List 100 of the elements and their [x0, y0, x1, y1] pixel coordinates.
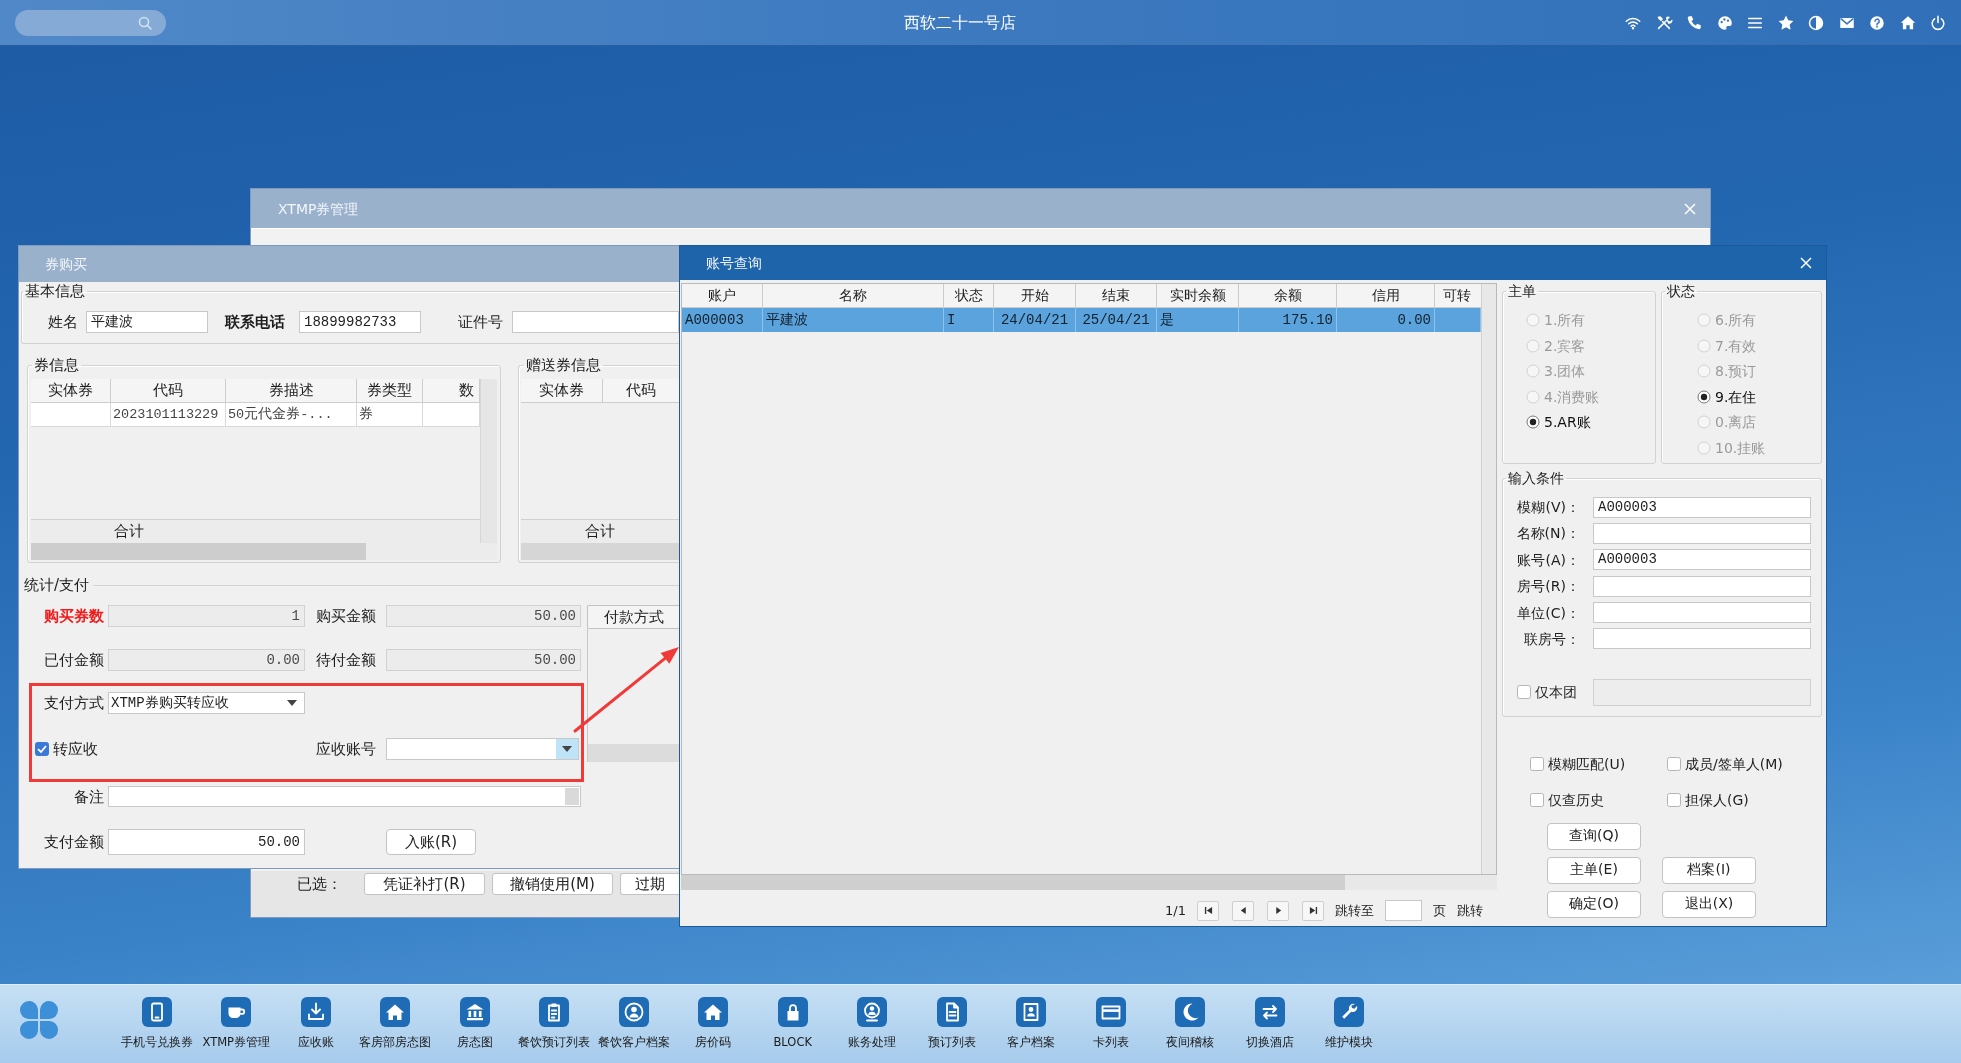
previous-page-button[interactable]	[1232, 900, 1254, 921]
remark-field[interactable]	[108, 786, 581, 807]
column-header[interactable]: 可转	[1435, 284, 1481, 308]
close-icon[interactable]	[1800, 257, 1812, 269]
post-button[interactable]: 入账(R)	[386, 829, 476, 855]
clover-logo-icon[interactable]	[19, 1000, 59, 1040]
column-header[interactable]: 状态	[944, 284, 994, 308]
scrollbar-thumb[interactable]	[31, 543, 366, 560]
column-header[interactable]: 名称	[763, 284, 944, 308]
column-header[interactable]: 实体券	[31, 379, 111, 403]
text-field[interactable]	[1593, 602, 1811, 624]
help-icon[interactable]	[1868, 13, 1886, 32]
vertical-scrollbar[interactable]	[1481, 284, 1496, 874]
readonly-field[interactable]: 50.00	[386, 649, 581, 671]
text-field[interactable]	[1593, 628, 1811, 650]
taskbar-item[interactable]: 维护模块	[1309, 985, 1389, 1049]
radio-label: 4.消费账	[1544, 387, 1600, 406]
taskbar-item[interactable]: 房价码	[673, 985, 753, 1049]
column-header[interactable]: 结束	[1076, 284, 1157, 308]
text-field[interactable]	[1593, 522, 1811, 544]
text-field[interactable]	[512, 311, 679, 333]
checkbox[interactable]	[1530, 792, 1544, 807]
page-number-field[interactable]	[1385, 900, 1422, 921]
readonly-field[interactable]: 0.00	[108, 649, 305, 671]
taskbar-item[interactable]: 预订列表	[912, 985, 992, 1049]
action-button[interactable]: 撤销使用(M)	[492, 873, 613, 895]
taskbar-item[interactable]: 房态图	[435, 985, 515, 1049]
readonly-field[interactable]: 1	[108, 605, 305, 627]
field-label: 名称(N)：	[1516, 524, 1580, 543]
column-header[interactable]: 实体券	[521, 379, 603, 403]
goto-button[interactable]: 跳转	[1457, 901, 1483, 920]
column-header[interactable]: 代码	[603, 379, 679, 403]
horizontal-scrollbar[interactable]	[521, 543, 679, 560]
amount-field[interactable]: 50.00	[108, 829, 305, 855]
action-button[interactable]: 主单(E)	[1547, 856, 1641, 884]
column-header[interactable]: 账户	[682, 284, 763, 308]
credit-card-icon	[1095, 997, 1126, 1027]
taskbar-item[interactable]: BLOCK	[753, 985, 833, 1049]
taskbar-item[interactable]: 餐饮预订列表	[514, 985, 594, 1049]
palette-icon[interactable]	[1715, 13, 1734, 32]
first-page-button[interactable]	[1197, 900, 1219, 921]
column-header[interactable]: 开始	[994, 284, 1076, 308]
checkbox[interactable]	[1517, 685, 1531, 700]
contrast-icon[interactable]	[1807, 13, 1825, 32]
text-field[interactable]: A000003	[1593, 549, 1811, 571]
dropdown[interactable]: XTMP券购买转应收	[108, 692, 305, 714]
action-button[interactable]: 查询(Q)	[1547, 822, 1641, 850]
text-field[interactable]: 平建波	[86, 311, 208, 333]
mug-icon	[221, 997, 252, 1027]
column-header[interactable]: 券描述	[226, 379, 357, 403]
text-field[interactable]	[1593, 575, 1811, 597]
horizontal-scrollbar[interactable]	[681, 875, 1497, 890]
column-header[interactable]: 数	[423, 379, 480, 403]
taskbar-item[interactable]: 客房部房态图	[355, 985, 435, 1049]
text-field[interactable]: A000003	[1593, 496, 1811, 518]
search-field[interactable]	[15, 9, 166, 36]
taskbar-item[interactable]: 餐饮客户档案	[594, 985, 674, 1049]
taskbar-item[interactable]: 卡列表	[1071, 985, 1151, 1049]
next-page-button[interactable]	[1267, 900, 1289, 921]
column-header[interactable]: 实时余额	[1157, 284, 1239, 308]
scrollbar-thumb[interactable]	[681, 875, 1345, 890]
action-button[interactable]: 过期	[620, 873, 680, 895]
radio-button[interactable]	[1526, 415, 1540, 429]
horizontal-scrollbar[interactable]	[31, 543, 497, 560]
taskbar-item[interactable]: XTMP券管理	[196, 985, 276, 1049]
power-icon[interactable]	[1929, 13, 1947, 32]
taskbar-item[interactable]: 切换酒店	[1230, 985, 1310, 1049]
taskbar-item[interactable]: 夜间稽核	[1150, 985, 1230, 1049]
vertical-scrollbar[interactable]	[480, 379, 497, 543]
action-button[interactable]: 档案(I)	[1662, 856, 1756, 884]
payment-methods-button[interactable]: 付款方式	[587, 605, 679, 629]
taskbar-item[interactable]: 客户档案	[991, 985, 1071, 1049]
dropdown-button[interactable]	[556, 739, 578, 759]
readonly-field[interactable]: 50.00	[386, 605, 581, 627]
last-page-button[interactable]	[1302, 900, 1324, 921]
horizontal-scrollbar[interactable]	[588, 744, 679, 762]
checkbox[interactable]	[1667, 757, 1681, 771]
column-header[interactable]: 余额	[1239, 284, 1337, 308]
phone-icon[interactable]	[1685, 13, 1703, 32]
vertical-scrollbar[interactable]	[565, 788, 579, 805]
taskbar-item[interactable]: 应收账	[276, 985, 356, 1049]
column-header[interactable]: 信用	[1337, 284, 1435, 308]
table-cell: 175.10	[1239, 308, 1337, 332]
checkbox[interactable]	[1667, 792, 1681, 807]
column-header[interactable]: 券类型	[357, 379, 423, 403]
radio-label: 2.宾客	[1544, 336, 1586, 355]
payment-method-list[interactable]	[587, 629, 679, 762]
table-cell: 24/04/21	[994, 308, 1076, 332]
taskbar-item[interactable]: 手机号兑换券	[117, 985, 197, 1049]
action-button[interactable]: 退出(X)	[1662, 890, 1756, 918]
taskbar-item[interactable]: 账务处理	[832, 985, 912, 1049]
column-header[interactable]: 代码	[111, 379, 226, 403]
table-cell: 平建波	[763, 308, 944, 332]
radio-button[interactable]	[1697, 389, 1711, 404]
table-row[interactable]: A000003 平建波 I 24/04/21 25/04/21 是 175.10 0.00	[682, 308, 1481, 332]
text-field[interactable]: 18899982733	[299, 311, 421, 333]
checkbox[interactable]	[1530, 757, 1544, 771]
checkbox[interactable]	[35, 742, 49, 756]
action-button[interactable]: 凭证补打(R)	[364, 873, 485, 895]
action-button[interactable]: 确定(O)	[1547, 890, 1641, 918]
